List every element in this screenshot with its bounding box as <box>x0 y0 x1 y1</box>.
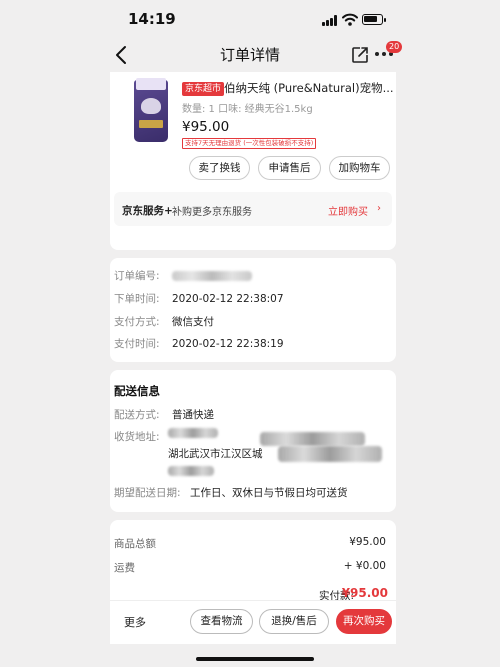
message-badge: 20 <box>386 41 403 53</box>
share-icon[interactable] <box>351 46 369 64</box>
payment-time-value: 2020-02-12 22:38:19 <box>172 338 284 350</box>
delivery-section-title: 配送信息 <box>114 384 160 398</box>
order-time-value: 2020-02-12 22:38:07 <box>172 293 284 305</box>
address-detail-redacted <box>278 446 382 462</box>
bottom-action-bar: 更多 查看物流 退换/售后 再次购买 <box>110 600 396 644</box>
delivery-method-label: 配送方式: <box>114 409 160 421</box>
buy-again-button[interactable]: 再次购买 <box>336 609 392 634</box>
product-spec: 数量: 1 口味: 经典无谷1.5kg <box>182 104 313 115</box>
return-policy-badge: 支持7天无理由退货 (一次性包装破损不支持) <box>182 138 317 149</box>
more-button[interactable]: 更多 <box>124 614 146 630</box>
order-number-row: 订单编号: <box>114 268 252 283</box>
product-image[interactable] <box>124 78 180 146</box>
apply-aftersale-button[interactable]: 申请售后 <box>258 156 321 180</box>
shipping-label: 运费 <box>114 562 135 574</box>
payment-time-row: 支付时间: 2020-02-12 22:38:19 <box>114 336 284 351</box>
product-name[interactable]: 伯纳天纯 (Pure&Natural)宠物... <box>224 80 394 96</box>
wifi-icon <box>342 13 358 26</box>
recipient-name-redacted <box>168 428 218 438</box>
jd-service-row[interactable]: 京东服务+ 补购更多京东服务 立即购买 › <box>114 192 392 226</box>
battery-icon <box>362 14 386 25</box>
payment-time-label: 支付时间: <box>114 338 160 350</box>
address-label-row: 收货地址: <box>114 429 172 444</box>
shipping-value: + ¥0.00 <box>343 560 386 572</box>
delivery-info-card: 配送信息 配送方式: 普通快递 收货地址: 湖北武汉市江汉区城 期望配送日期: 工作… <box>110 370 396 512</box>
product-card: 京东超市 伯纳天纯 (Pure&Natural)宠物... 数量: 1 口味: … <box>110 72 396 250</box>
service-title: 京东服务+ <box>122 205 173 217</box>
delivery-method-value: 普通快递 <box>172 409 214 421</box>
home-indicator[interactable] <box>196 657 314 661</box>
sell-button[interactable]: 卖了换钱 <box>189 156 250 180</box>
store-tag: 京东超市 <box>182 82 225 96</box>
goods-total-value: ¥95.00 <box>349 536 386 548</box>
order-number-label: 订单编号: <box>114 270 160 282</box>
payment-method-row: 支付方式: 微信支付 <box>114 314 214 329</box>
product-price: ¥95.00 <box>182 119 230 135</box>
order-time-label: 下单时间: <box>114 293 160 305</box>
expected-date-value: 工作日、双休日与节假日均可送货 <box>190 487 348 499</box>
page-title: 订单详情 <box>219 46 280 64</box>
nav-bar: 订单详情 20 <box>0 38 500 72</box>
order-info-card: 订单编号: 下单时间: 2020-02-12 22:38:07 支付方式: 微信支付… <box>110 258 396 362</box>
delivery-method-row: 配送方式: 普通快递 <box>114 407 214 422</box>
service-description: 补购更多京东服务 <box>172 207 252 218</box>
return-aftersale-button[interactable]: 退换/售后 <box>259 609 329 634</box>
status-time: 14:19 <box>128 10 176 28</box>
signal-icon <box>322 15 338 26</box>
status-bar: 14:19 <box>0 0 500 38</box>
order-time-row: 下单时间: 2020-02-12 22:38:07 <box>114 291 284 306</box>
paid-amount-value: ¥95.00 <box>341 586 388 600</box>
view-logistics-button[interactable]: 查看物流 <box>190 609 253 634</box>
phone-redacted <box>260 432 365 446</box>
payment-method-label: 支付方式: <box>114 316 160 328</box>
address-line2-redacted <box>168 466 214 476</box>
chevron-right-icon: › <box>377 203 381 214</box>
buy-now-link[interactable]: 立即购买 <box>328 203 368 218</box>
expected-date-row: 期望配送日期: 工作日、双休日与节假日均可送货 <box>114 485 348 500</box>
address-value: 湖北武汉市江汉区城 <box>168 448 263 460</box>
goods-total-label: 商品总额 <box>114 538 156 550</box>
address-label: 收货地址: <box>114 431 160 443</box>
payment-method-value: 微信支付 <box>172 316 214 328</box>
expected-date-label: 期望配送日期: <box>114 487 181 499</box>
order-number-redacted <box>172 271 252 281</box>
add-to-cart-button[interactable]: 加购物车 <box>329 156 390 180</box>
